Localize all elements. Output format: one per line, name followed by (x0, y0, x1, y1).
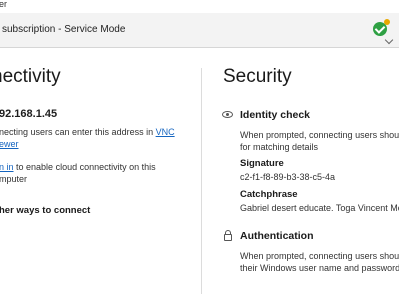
vnc-viewer-link-cont[interactable]: ewer (0, 139, 19, 149)
lock-icon (224, 230, 232, 241)
security-panel: Security Identity check When prompted, c… (213, 48, 399, 300)
signature-value: c2-f1-f8-89-b3-38-c5-4a (240, 172, 336, 182)
connectivity-title: nectivity (0, 66, 61, 87)
identity-desc-line2: for matching details (240, 142, 319, 152)
signin-line2: mputer (0, 174, 28, 184)
auth-desc-line1: When prompted, connecting users should (240, 251, 399, 261)
app-title: er (0, 0, 8, 9)
authentication-heading: Authentication (240, 230, 314, 242)
subscription-mode-label: subscription - Service Mode (2, 24, 126, 35)
sign-in-link[interactable]: n in (0, 162, 14, 172)
vnc-desc-line1: necting users can enter this address in … (0, 126, 175, 138)
catchphrase-value: Gabriel desert educate. Toga Vincent Mor (240, 203, 399, 213)
catchphrase-label: Catchphrase (240, 189, 298, 200)
warning-dot-icon (384, 19, 390, 25)
title-bar: er (0, 0, 399, 13)
signin-text: to enable cloud connectivity on this (16, 162, 156, 172)
security-title: Security (223, 66, 292, 87)
identity-check-heading: Identity check (240, 109, 311, 121)
identity-desc-line1: When prompted, connecting users should (240, 130, 399, 140)
signin-line1: n in to enable cloud connectivity on thi… (0, 161, 156, 173)
chevron-down-icon[interactable] (384, 35, 394, 45)
vnc-viewer-link[interactable]: VNC (156, 127, 175, 137)
vnc-desc-line2: ewer (0, 138, 19, 150)
connectivity-panel: nectivity 92.168.1.45 necting users can … (0, 48, 200, 300)
ip-address: 92.168.1.45 (0, 108, 58, 120)
other-ways-link[interactable]: her ways to connect (0, 205, 90, 217)
auth-desc-line2: their Windows user name and password. (240, 263, 399, 273)
signature-label: Signature (240, 158, 284, 169)
vnc-desc-text: necting users can enter this address in (0, 127, 154, 137)
header-bar: subscription - Service Mode (0, 13, 399, 48)
column-divider (201, 68, 202, 294)
eye-icon (222, 111, 233, 118)
